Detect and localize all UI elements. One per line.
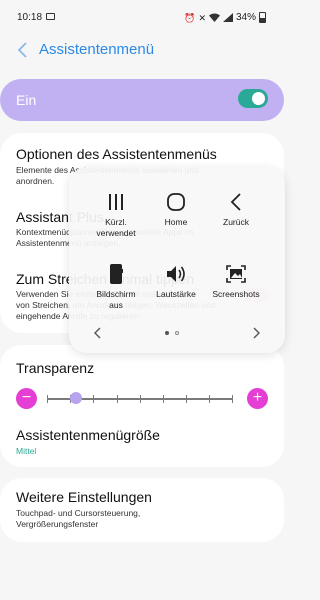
volume-button[interactable]: Lautstärke (142, 261, 210, 300)
home-label: Home (164, 217, 188, 227)
screenshot-icon (226, 265, 246, 283)
options-title[interactable]: Optionen des Assistentenmenüs (16, 146, 217, 162)
recents-button[interactable]: Kürzl. verwendet (82, 189, 150, 239)
back-button[interactable]: Zurück (202, 189, 270, 228)
settings-card-appearance: Transparenz − + Assistentenmenügröße Mit… (0, 345, 284, 467)
prev-page-icon[interactable] (91, 326, 105, 340)
back-label: Zurück (223, 217, 249, 227)
recents-label-1: Kürzl. (105, 217, 127, 227)
transparency-increase-button[interactable]: + (247, 388, 268, 409)
more-settings-title[interactable]: Weitere Einstellungen (16, 489, 152, 505)
screen-off-button[interactable]: Bildschirm aus (82, 261, 150, 311)
assistant-menu-panel: Kürzl. verwendet Home Zurück Bildschirm … (69, 167, 285, 353)
back-arrow-icon[interactable] (16, 41, 30, 59)
wifi-icon (208, 13, 220, 22)
screen-off-icon (110, 264, 123, 284)
menu-size-value: Mittel (16, 446, 37, 456)
alarm-icon: ⏰ (184, 12, 196, 23)
screen-off-label-2: aus (109, 300, 123, 310)
app-header: Assistentenmenü (0, 36, 284, 64)
options-subtitle-2: anordnen. (16, 176, 55, 186)
settings-card-more[interactable]: Weitere Einstellungen Touchpad- und Curs… (0, 478, 284, 542)
transparency-decrease-button[interactable]: − (16, 388, 37, 409)
home-button[interactable]: Home (142, 189, 210, 228)
more-settings-subtitle-1: Touchpad- und Cursorsteuerung, (16, 508, 141, 518)
next-page-icon[interactable] (249, 326, 263, 340)
screen-off-label-1: Bildschirm (96, 289, 136, 299)
master-switch[interactable] (238, 89, 268, 108)
status-time: 10:18 (17, 12, 43, 23)
volume-icon (167, 266, 185, 282)
battery-icon (259, 12, 266, 23)
page-title: Assistentenmenü (39, 41, 155, 58)
recents-icon (109, 194, 123, 210)
master-toggle-label: Ein (16, 92, 37, 108)
gallery-notification-icon (46, 13, 55, 20)
more-settings-subtitle-2: Vergrößerungsfenster (16, 519, 99, 529)
back-icon (230, 193, 241, 211)
battery-label: 34% (235, 11, 256, 23)
page-dot-active (165, 331, 169, 335)
switch-knob (252, 92, 265, 105)
volume-label: Lautstärke (156, 289, 196, 299)
home-icon (167, 193, 185, 211)
transparency-title: Transparenz (16, 360, 95, 376)
recents-label-2: verwendet (96, 228, 136, 238)
page-dot-inactive (175, 331, 179, 335)
status-icons: ⏰ ✕ 34% (184, 12, 266, 23)
status-bar: 10:18 ⏰ ✕ 34% (0, 0, 284, 36)
transparency-slider-thumb[interactable] (70, 392, 82, 404)
signal-icon (222, 13, 233, 22)
mute-icon: ✕ (198, 12, 206, 23)
master-toggle-row[interactable]: Ein (0, 79, 284, 121)
menu-size-title[interactable]: Assistentenmenügröße (16, 427, 160, 443)
screenshots-button[interactable]: Screenshots (202, 261, 270, 300)
screenshots-label: Screenshots (212, 289, 260, 299)
